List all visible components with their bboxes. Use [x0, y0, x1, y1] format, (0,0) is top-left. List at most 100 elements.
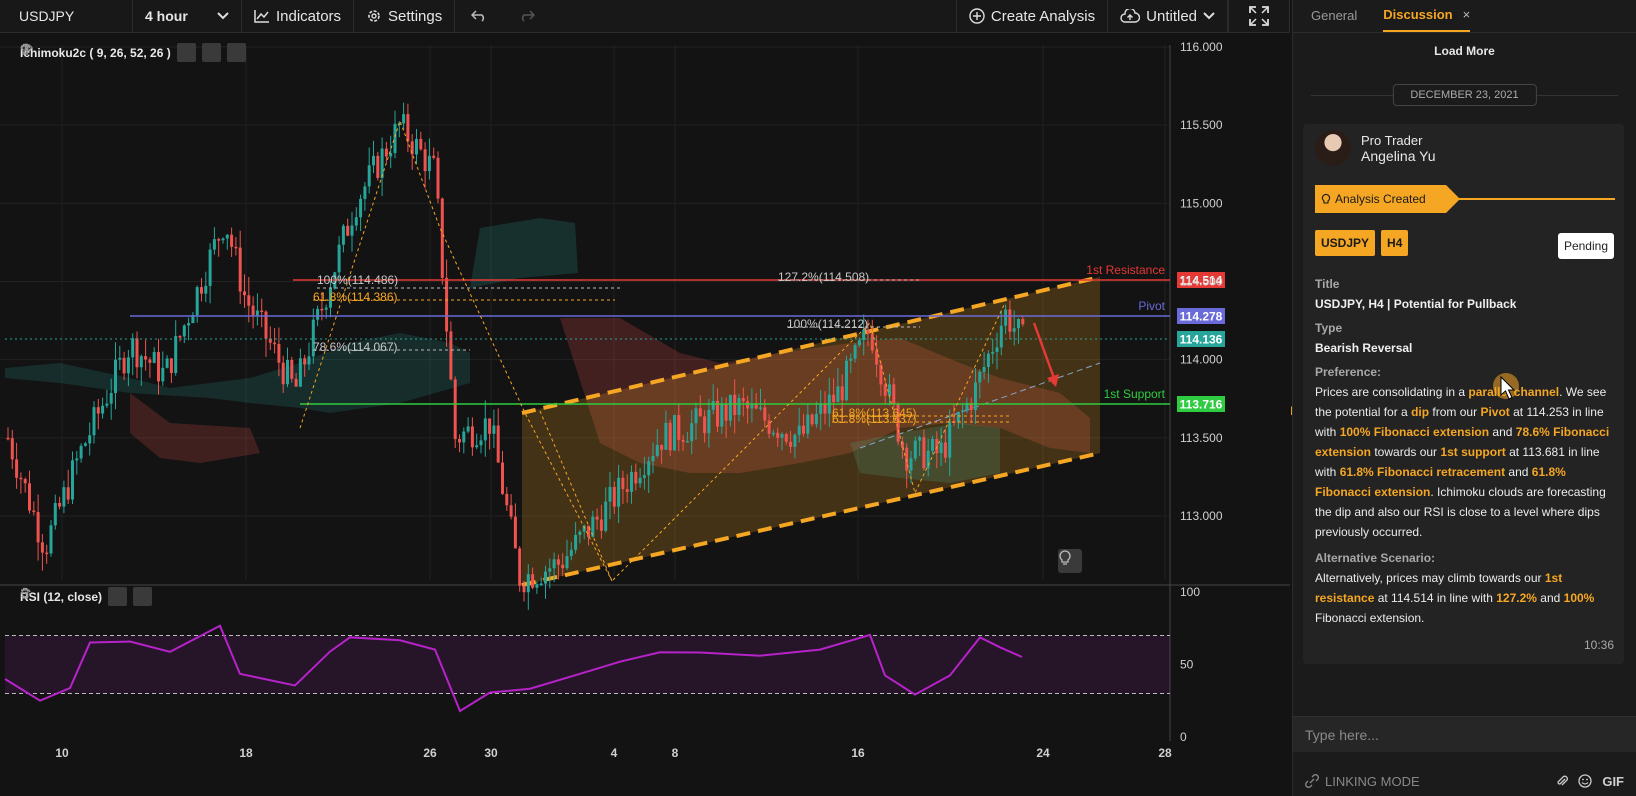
- toolbar-spacer: [551, 0, 957, 32]
- analysis-created-label: Analysis Created: [1335, 192, 1426, 206]
- candle-body: [62, 487, 66, 507]
- lightbulb-icon: [1321, 193, 1331, 205]
- fib-label: 127.2%(114.508): [778, 270, 869, 284]
- candle-body: [359, 198, 363, 218]
- candle-body: [83, 443, 87, 446]
- candle-body: [255, 310, 259, 316]
- load-more-button[interactable]: Load More: [1293, 44, 1636, 58]
- preference-label: Preference:: [1315, 365, 1382, 379]
- interval-selector[interactable]: 4 hour: [133, 0, 242, 32]
- paperclip-icon[interactable]: [1556, 774, 1569, 788]
- candle-body: [453, 379, 457, 440]
- undo-button[interactable]: [455, 0, 503, 32]
- candle-body: [71, 460, 74, 500]
- candle-body: [363, 186, 367, 199]
- candle-body: [1008, 309, 1012, 332]
- symbol-selector[interactable]: USDJPY: [0, 0, 133, 32]
- undo-icon: [471, 10, 485, 22]
- candle-body: [819, 403, 823, 414]
- candle-body: [423, 149, 427, 172]
- candle-body: [840, 386, 844, 401]
- candle-body: [698, 408, 702, 417]
- status-badge: Pending: [1557, 233, 1614, 259]
- chart-toolbar: USDJPY 4 hour Indicators Settings Create…: [0, 0, 1290, 33]
- redo-button[interactable]: [503, 0, 551, 32]
- lightbulb-icon[interactable]: [1058, 549, 1082, 573]
- candle-body: [746, 401, 750, 409]
- candle-body: [913, 440, 917, 459]
- candle-body: [286, 359, 289, 385]
- indicators-button[interactable]: Indicators: [242, 0, 355, 32]
- type-label: Type: [1315, 321, 1343, 335]
- candle-body: [462, 431, 466, 443]
- chart-area[interactable]: 1st Resistance 114.514 Pivot 114.278 114.136…: [0, 33, 1290, 796]
- candle-body: [974, 382, 977, 411]
- fib-label: 100%(114.486): [317, 273, 398, 287]
- candle-body: [66, 487, 70, 500]
- candle-body: [79, 445, 83, 459]
- alternative-label: Alternative Scenario:: [1315, 551, 1436, 565]
- indicator-delete-button[interactable]: [21, 43, 246, 62]
- candle-body: [802, 425, 805, 434]
- candle-body: [509, 505, 513, 517]
- date-tick-label: 16: [851, 746, 865, 760]
- candle-body: [875, 350, 879, 365]
- date-tick-label: 24: [1036, 746, 1050, 760]
- create-analysis-button[interactable]: Create Analysis: [957, 0, 1109, 32]
- candle-body: [1004, 309, 1008, 326]
- candle-body: [522, 585, 526, 593]
- candle-body: [535, 584, 539, 588]
- candle-body: [290, 359, 294, 379]
- tab-general[interactable]: General: [1311, 8, 1357, 32]
- candle-body: [784, 433, 788, 442]
- candle-body: [673, 415, 676, 451]
- candle-body: [853, 345, 857, 359]
- candle-body: [832, 394, 836, 402]
- layout-selector[interactable]: Untitled: [1108, 0, 1228, 32]
- candle-body: [281, 362, 285, 385]
- candle-body: [526, 574, 530, 593]
- candle-body: [238, 247, 242, 292]
- tab-discussion[interactable]: Discussion ×: [1383, 7, 1471, 32]
- candle-body: [337, 244, 341, 273]
- candle-body: [376, 155, 380, 178]
- candle-body: [298, 358, 302, 387]
- visibility-toggle[interactable]: [20, 43, 196, 62]
- close-icon[interactable]: ×: [1463, 7, 1471, 22]
- candle-body: [1017, 319, 1020, 329]
- indicator-settings-button[interactable]: [21, 43, 221, 62]
- candle-body: [415, 138, 418, 155]
- alternative-text: Alternatively, prices may climb towards …: [1315, 571, 1595, 625]
- price-tick-label: 115.000: [1180, 196, 1223, 210]
- timeframe-tag[interactable]: H4: [1381, 230, 1409, 256]
- rsi-delete-button[interactable]: [21, 587, 153, 606]
- candle-body: [943, 442, 947, 458]
- rsi-legend: RSI (12, close): [20, 587, 153, 606]
- title-label: Title: [1315, 277, 1340, 291]
- candle-body: [144, 356, 148, 360]
- candle-body: [436, 157, 440, 199]
- emoji-icon[interactable]: [1578, 774, 1592, 788]
- gif-button[interactable]: GIF: [1602, 774, 1624, 789]
- candle-body: [660, 444, 664, 450]
- price-chart[interactable]: 1st Resistance114.514Pivot114.278114.136…: [0, 33, 1290, 796]
- message-input[interactable]: [1293, 717, 1636, 752]
- candle-body: [432, 155, 436, 158]
- candle-body: [501, 462, 504, 494]
- fullscreen-button[interactable]: [1228, 0, 1290, 32]
- rsi-settings-button[interactable]: [21, 587, 128, 606]
- candle-body: [131, 338, 135, 358]
- author-name[interactable]: Angelina Yu: [1361, 148, 1435, 164]
- plus-circle-icon: [969, 8, 985, 24]
- candle-body: [118, 357, 122, 360]
- settings-button[interactable]: Settings: [354, 0, 456, 32]
- symbol-tag[interactable]: USDJPY: [1315, 230, 1376, 256]
- candle-body: [608, 486, 612, 502]
- candle-body: [105, 403, 109, 406]
- level-label: 1st Support: [1104, 387, 1166, 401]
- candle-body: [139, 356, 143, 368]
- avatar[interactable]: [1315, 130, 1351, 166]
- linking-mode-toggle[interactable]: LINKING MODE: [1305, 774, 1420, 789]
- candle-body: [548, 568, 552, 572]
- candle-body: [574, 534, 578, 550]
